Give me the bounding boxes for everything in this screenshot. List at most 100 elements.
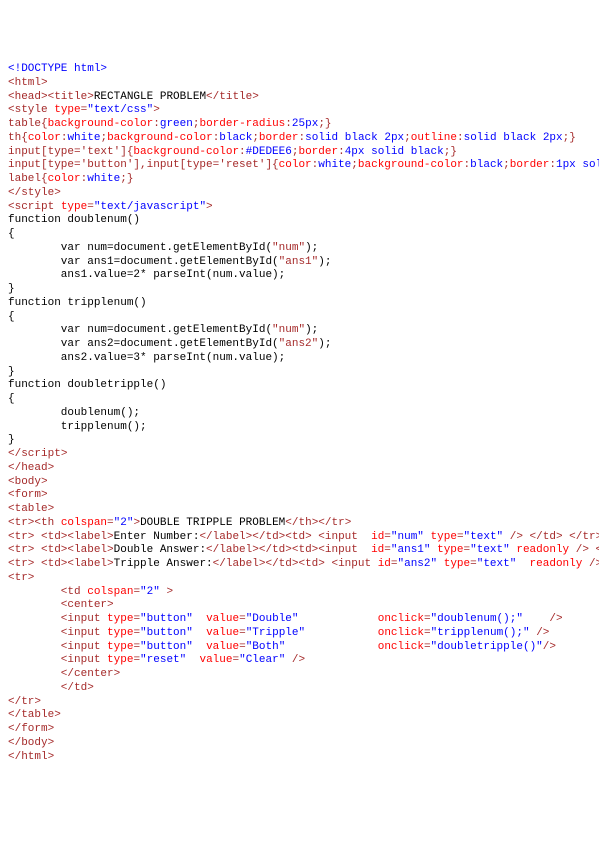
code-token: { (8, 228, 15, 240)
code-token: type (107, 654, 133, 666)
code-token: = (239, 641, 246, 653)
code-token: </style> (8, 187, 61, 199)
code-line: { (8, 393, 591, 407)
code-token: </table> (8, 709, 61, 721)
code-line: var num=document.getElementById("num"); (8, 324, 591, 338)
code-line: function tripplenum() (8, 297, 591, 311)
code-token: "text" (464, 531, 504, 543)
code-line: var ans1=document.getElementById("ans1")… (8, 256, 591, 270)
code-token: black (470, 159, 503, 171)
code-token: <tr> <td><label> (8, 531, 114, 543)
code-token: ); (305, 324, 318, 336)
code-token: var num=document.getElementById( (8, 242, 272, 254)
code-token: "tripplenum();" (431, 627, 530, 639)
code-token: "button" (140, 627, 193, 639)
code-token: background-color (358, 159, 464, 171)
code-token: ans2.value=3* parseInt(num.value); (8, 352, 285, 364)
source-code-listing: <!DOCTYPE html><html><head><title>RECTAN… (8, 63, 591, 764)
code-token: "button" (140, 613, 193, 625)
code-token: "Clear" (239, 654, 285, 666)
code-token: ans1.value=2* parseInt(num.value); (8, 269, 285, 281)
code-token: = (87, 201, 94, 213)
code-token: type (107, 613, 133, 625)
code-token: <td (8, 586, 87, 598)
code-line: <tr><th colspan="2">DOUBLE TRIPPLE PROBL… (8, 517, 591, 531)
code-token: background-color (48, 118, 154, 130)
code-line: <input type="button" value="Both" onclic… (8, 641, 591, 655)
code-token: "text" (470, 544, 510, 556)
code-token: = (133, 613, 140, 625)
code-token: value (199, 654, 232, 666)
code-token: <center> (8, 599, 114, 611)
code-token: <input (8, 613, 107, 625)
code-token: = (133, 654, 140, 666)
code-token: ; (351, 159, 358, 171)
code-token (193, 641, 206, 653)
code-token: #DEDEE6 (246, 146, 292, 158)
code-token: black (219, 132, 252, 144)
code-token: "Tripple" (246, 627, 305, 639)
code-token: "ans1" (391, 544, 431, 556)
code-token: RECTANGLE PROBLEM (94, 91, 206, 103)
code-token: = (239, 613, 246, 625)
code-token: "num" (272, 324, 305, 336)
code-token (193, 613, 206, 625)
code-token: Enter Number: (114, 531, 200, 543)
code-token: id (378, 558, 391, 570)
code-token: { (8, 393, 15, 405)
code-token: = (239, 627, 246, 639)
code-token: = (384, 544, 391, 556)
code-line: { (8, 228, 591, 242)
code-line: <table> (8, 503, 591, 517)
code-token: Tripple Answer: (114, 558, 213, 570)
code-token: colspan (87, 586, 133, 598)
code-token: input[type='button'],input[type='reset']… (8, 159, 279, 171)
code-token: <style (8, 104, 54, 116)
code-line: input[type='button'],input[type='reset']… (8, 159, 591, 173)
code-token: { (8, 311, 15, 323)
code-token: = (391, 558, 398, 570)
code-token: white (67, 132, 100, 144)
code-token: border-radius (199, 118, 285, 130)
code-line: var num=document.getElementById("num"); (8, 242, 591, 256)
code-token: <form> (8, 489, 48, 501)
code-token: ); (305, 242, 318, 254)
code-token: /> (530, 627, 550, 639)
code-token: <table> (8, 503, 54, 515)
code-token: } (8, 283, 15, 295)
code-token: 4px solid black (345, 146, 444, 158)
code-token: /> (285, 654, 305, 666)
code-token: background-color (107, 132, 213, 144)
code-token: "text" (477, 558, 517, 570)
code-token: "2" (114, 517, 134, 529)
code-token: = (424, 627, 431, 639)
code-line: </center> (8, 668, 591, 682)
code-token: white (87, 173, 120, 185)
code-token: 1px solid white (556, 159, 599, 171)
code-token: : (239, 146, 246, 158)
code-token: label{ (8, 173, 48, 185)
code-token: : (457, 132, 464, 144)
code-line: th{color:white;background-color:black;bo… (8, 132, 591, 146)
code-token: var ans2=document.getElementById( (8, 338, 279, 350)
code-token: <input (8, 654, 107, 666)
code-line: </tr> (8, 696, 591, 710)
code-line: </form> (8, 723, 591, 737)
code-token: th{ (8, 132, 28, 144)
code-token: = (232, 654, 239, 666)
code-token: outline (411, 132, 457, 144)
code-token: onclick (378, 613, 424, 625)
code-token: table{ (8, 118, 48, 130)
code-token: "button" (140, 641, 193, 653)
code-token: value (206, 641, 239, 653)
code-line: doublenum(); (8, 407, 591, 421)
code-token: "2" (140, 586, 160, 598)
code-token: <tr><th (8, 517, 61, 529)
code-token: "ans2" (398, 558, 438, 570)
code-token: green (160, 118, 193, 130)
code-token: <tr> <td><label> (8, 544, 114, 556)
code-token: ); (318, 256, 331, 268)
code-token: border (510, 159, 550, 171)
code-token: /> </td> </tr> (503, 531, 599, 543)
code-token: </th></tr> (285, 517, 351, 529)
